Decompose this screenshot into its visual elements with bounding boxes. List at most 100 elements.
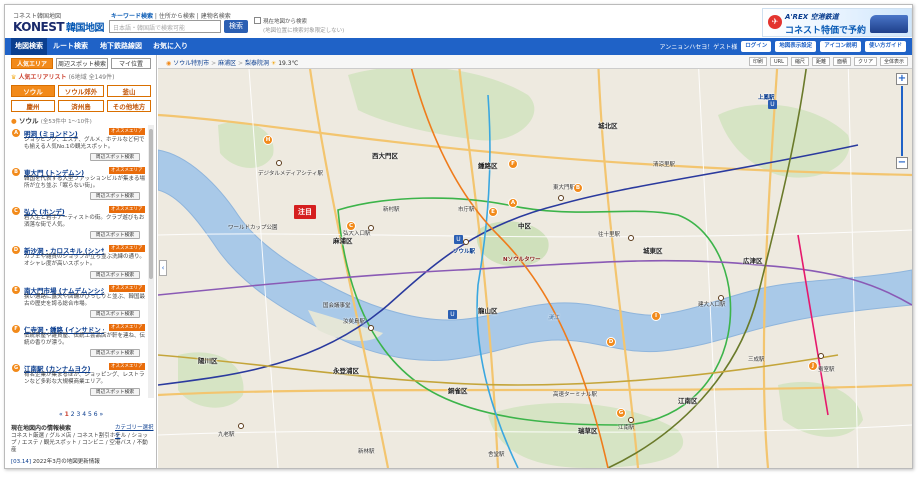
area-button[interactable]: 面積 — [832, 57, 851, 66]
map-label-dmc[interactable]: デジタルメディアシティ駅 — [258, 169, 323, 177]
nav-subway-map[interactable]: 地下鉄路線図 — [100, 38, 142, 55]
station-marker[interactable] — [368, 225, 374, 231]
map-label-national-assembly[interactable]: 国会議事堂 — [323, 301, 351, 309]
station-marker[interactable] — [463, 239, 469, 245]
map-label-samseong-station[interactable]: 三成駅 — [748, 355, 765, 363]
scale-button[interactable]: 縮尺 — [790, 57, 809, 66]
search-button[interactable]: 検索 — [224, 20, 248, 33]
map-label-hongik-station[interactable]: 弘大入口駅 — [343, 229, 371, 237]
nav-favorites[interactable]: お気に入り — [153, 38, 188, 55]
area-jeju[interactable]: 済州島 — [58, 100, 104, 112]
station-marker[interactable] — [238, 423, 244, 429]
tab-keyword-search[interactable]: キーワード検索 — [111, 13, 153, 20]
search-input[interactable]: 日本語・韓国語で検索可能 — [109, 20, 221, 33]
map-label-gangnam-station[interactable]: 江南駅 — [618, 423, 635, 431]
station-marker[interactable] — [558, 195, 564, 201]
nearby-spot-button[interactable]: 周辺スポット検索 — [90, 153, 140, 161]
page-next[interactable]: » — [99, 411, 103, 418]
login-button[interactable]: ログイン — [741, 41, 772, 52]
crumb-district[interactable]: 麻浦区 — [218, 60, 236, 67]
tab-building-search[interactable]: 建物名検索 — [201, 13, 231, 20]
map-pin-c[interactable]: C — [346, 221, 356, 231]
zoom-in-button[interactable]: + — [896, 73, 908, 85]
map-area[interactable]: ◉ ソウル特別市 > 麻浦区 > 梨泰院洞 ☀ 19.3℃ 印刷 URL 縮尺 … — [158, 55, 912, 468]
map-settings-button[interactable]: 地図表示設定 — [775, 41, 817, 52]
map-pin-e[interactable]: E — [488, 207, 498, 217]
map-label-cityhall-station[interactable]: 市庁駅 — [458, 205, 475, 213]
tab-nearby-spot[interactable]: 周辺スポット検索 — [56, 58, 108, 69]
map-label-konkuk-station[interactable]: 建大入口駅 — [698, 300, 726, 308]
area-seoul-suburbs[interactable]: ソウル郊外 — [58, 85, 104, 97]
news-item[interactable]: [03.14] 2022年3月の地図更新情報 — [11, 457, 100, 465]
nav-route-search[interactable]: ルート検索 — [53, 38, 88, 55]
zoom-out-button[interactable]: − — [896, 157, 908, 169]
nearby-spot-button[interactable]: 周辺スポット検索 — [90, 231, 140, 239]
page-6[interactable]: 6 — [94, 411, 98, 418]
map-label-wangsimni-station[interactable]: 往十里駅 — [598, 230, 620, 238]
map-pin-h[interactable]: H — [263, 135, 273, 145]
logo[interactable]: KONEST 韓国地図 — [13, 19, 105, 34]
map-label-jamsil-station[interactable]: 蚕室駅 — [818, 365, 835, 373]
station-marker[interactable] — [718, 295, 724, 301]
nearby-spot-button[interactable]: 周辺スポット検索 — [90, 271, 140, 279]
nearby-spot-button[interactable]: 周辺スポット検索 — [90, 388, 140, 396]
station-marker[interactable] — [628, 417, 634, 423]
map-label-guro-station[interactable]: 九老駅 — [218, 430, 235, 438]
area-other[interactable]: その他地方 — [107, 100, 151, 112]
map-label-sadang-station[interactable]: 舎堂駅 — [488, 450, 505, 458]
tab-my-location[interactable]: マイ位置 — [111, 58, 151, 69]
map-label-sillim-station[interactable]: 新林駅 — [358, 447, 375, 455]
crumb-dong[interactable]: 梨泰院洞 — [245, 60, 269, 67]
map-label-cheongnyangni-station[interactable]: 清涼里駅 — [653, 160, 675, 168]
page-prev[interactable]: « — [59, 411, 63, 418]
map-search-checkbox[interactable] — [254, 17, 261, 24]
map-label-worldcup-park[interactable]: ワールドカップ公園 — [228, 223, 278, 231]
map-label-nseoul-tower[interactable]: Nソウルタワー — [503, 255, 541, 263]
page-3[interactable]: 3 — [76, 411, 80, 418]
map-pin-f[interactable]: F — [508, 159, 518, 169]
map-label-seoul-station[interactable]: ソウル駅 — [453, 247, 475, 255]
page-1[interactable]: 1 — [65, 411, 69, 418]
page-4[interactable]: 4 — [82, 411, 86, 418]
map-pin-j[interactable]: J — [808, 361, 818, 371]
station-marker[interactable] — [818, 353, 824, 359]
clear-button[interactable]: クリア — [853, 57, 877, 66]
station-marker[interactable] — [628, 235, 634, 241]
guide-button[interactable]: 使い方ガイド — [864, 41, 906, 52]
scrollbar-thumb[interactable] — [149, 129, 153, 279]
map-pin-g[interactable]: G — [616, 408, 626, 418]
page-5[interactable]: 5 — [88, 411, 92, 418]
sidebar-collapse-button[interactable]: ‹ — [159, 260, 167, 276]
arex-banner[interactable]: ✈ A'REX 空港鉄道 コネスト特価で予約 — [762, 8, 912, 37]
map-label-dongdaemun-station[interactable]: 東大門駅 — [553, 183, 575, 191]
map-pin-i[interactable]: I — [651, 311, 661, 321]
map-pin-a[interactable]: A — [508, 198, 518, 208]
url-button[interactable]: URL — [770, 57, 788, 66]
distance-button[interactable]: 距離 — [811, 57, 830, 66]
tab-address-search[interactable]: 住所から検索 — [159, 13, 195, 20]
station-marker[interactable] — [368, 325, 374, 331]
page-2[interactable]: 2 — [71, 411, 75, 418]
category-list[interactable]: コネスト厳選 / グルメ店 / コネスト割引ホテル / ショップ / エステ /… — [11, 433, 151, 454]
area-busan[interactable]: 釜山 — [107, 85, 151, 97]
area-gyeongju[interactable]: 慶州 — [11, 100, 55, 112]
zoom-track[interactable] — [901, 86, 903, 156]
attention-marker[interactable]: 注目 — [294, 205, 316, 219]
map-label-express-terminal[interactable]: 高速ターミナル駅 — [553, 390, 597, 398]
crumb-city[interactable]: ソウル特別市 — [173, 60, 209, 67]
tab-popular-area[interactable]: 人気エリア — [11, 58, 53, 69]
map-label-yeouido-station[interactable]: 汝矣島駅 — [343, 317, 365, 325]
area-seoul[interactable]: ソウル — [11, 85, 55, 97]
map-pin-b[interactable]: B — [573, 183, 583, 193]
map-label-sinchon-station[interactable]: 新村駅 — [383, 205, 400, 213]
nearby-spot-button[interactable]: 周辺スポット検索 — [90, 192, 140, 200]
nav-map-search[interactable]: 地図検索 — [11, 38, 47, 55]
station-marker[interactable] — [276, 160, 282, 166]
list-scrollbar[interactable] — [148, 125, 154, 398]
nearby-spot-button[interactable]: 周辺スポット検索 — [90, 310, 140, 318]
full-view-button[interactable]: 全体表示 — [879, 57, 908, 66]
icon-legend-button[interactable]: アイコン説明 — [820, 41, 861, 52]
map-pin-d[interactable]: D — [606, 337, 616, 347]
print-button[interactable]: 印刷 — [748, 57, 767, 66]
nearby-spot-button[interactable]: 周辺スポット検索 — [90, 349, 140, 357]
